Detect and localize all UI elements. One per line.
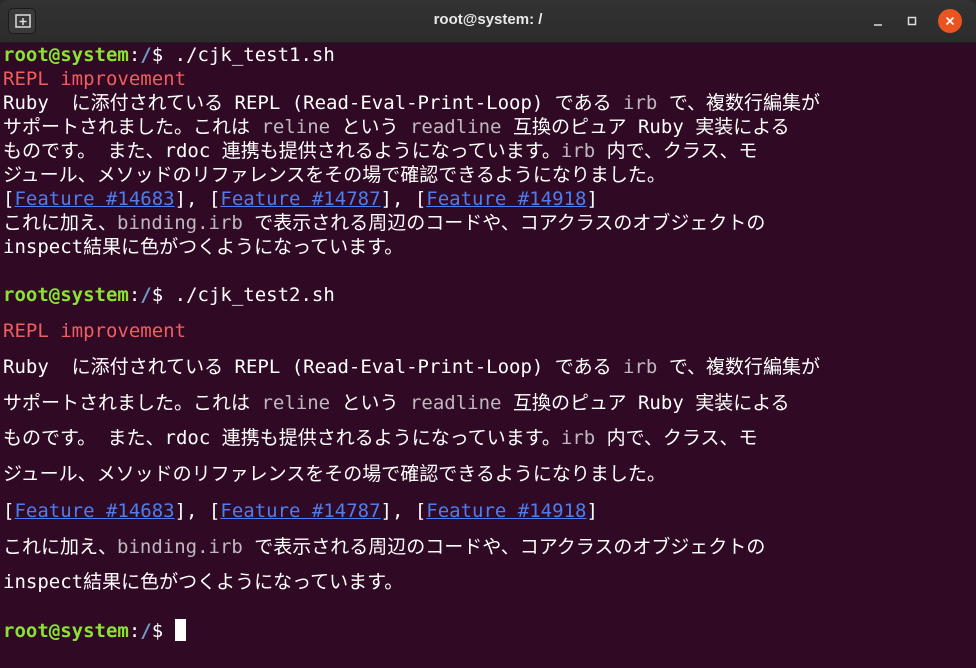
output-line: ジュール、メソッドのリファレンスをその場で確認できるようになりました。 (3, 164, 666, 186)
output-text: 内で、クラス、モ (595, 427, 758, 449)
code-term: binding.irb (117, 536, 243, 558)
text-cursor (174, 619, 186, 641)
window-title: root@system: / (433, 11, 543, 28)
output-line: ものです。 また、rdoc 連携も提供されるようになっています。irb 内で、ク… (3, 426, 758, 450)
prompt-colon: : (128, 44, 141, 66)
prompt-symbol: $ (151, 620, 175, 642)
output-line: Ruby に添付されている REPL (Read-Eval-Print-Loop… (3, 355, 820, 379)
maximize-icon (907, 16, 917, 26)
output-line: inspect結果に色がつくようになっています。 (3, 571, 404, 593)
prompt-colon: : (128, 620, 141, 642)
prompt-line: root@system:/$ (3, 619, 186, 643)
code-term: readline (409, 392, 502, 414)
output-line: Ruby に添付されている REPL (Read-Eval-Print-Loop… (3, 91, 820, 115)
output-heading: REPL improvement (3, 320, 187, 342)
code-term: irb (623, 356, 658, 378)
feature-link[interactable]: Feature #14918 (426, 188, 586, 210)
output-line: これに加え、binding.irb で表示される周辺のコードや、コアクラスのオブ… (3, 535, 765, 559)
feature-link[interactable]: Feature #14787 (220, 500, 380, 522)
code-term: irb (560, 427, 596, 449)
code-term: reline (261, 116, 331, 138)
output-text: 内で、クラス、モ (595, 140, 758, 162)
output-text: 互換のピュア Ruby 実装による (501, 392, 790, 414)
feature-link[interactable]: Feature #14683 (14, 500, 174, 522)
close-button[interactable] (938, 9, 962, 33)
scrollbar[interactable] (970, 43, 976, 668)
output-line: サポートされました。これは reline という readline 互換のピュア… (3, 115, 790, 139)
minimize-icon (874, 24, 882, 26)
output-line: これに加え、binding.irb で表示される周辺のコードや、コアクラスのオブ… (3, 211, 765, 235)
output-text: 互換のピュア Ruby 実装による (501, 116, 790, 138)
output-text: で、複数行編集が (657, 356, 821, 378)
code-term: irb (560, 140, 596, 162)
separator: ], [ (174, 188, 221, 210)
prompt-user: root@system (3, 620, 129, 642)
output-text: これに加え、 (3, 536, 118, 558)
output-text: という (330, 116, 410, 138)
code-term: binding.irb (117, 212, 243, 234)
prompt-colon: : (128, 284, 141, 306)
separator: ], [ (380, 500, 427, 522)
title-bar[interactable]: root@system: / (0, 0, 976, 43)
output-text: で表示される周辺のコードや、コアクラスのオブジェクトの (242, 212, 766, 234)
output-text: で表示される周辺のコードや、コアクラスのオブジェクトの (242, 536, 766, 558)
code-term: reline (261, 392, 331, 414)
feature-links-line: [Feature #14683], [Feature #14787], [Fea… (3, 187, 598, 211)
prompt-symbol: $ (151, 284, 175, 306)
code-term: irb (623, 92, 658, 114)
code-term: readline (409, 116, 502, 138)
prompt-user: root@system (3, 44, 129, 66)
prompt-path: / (140, 620, 152, 642)
bracket: [ (3, 188, 15, 210)
output-text: これに加え、 (3, 212, 118, 234)
output-text: ものです。 また、rdoc 連携も提供されるようになっています。 (3, 140, 561, 162)
feature-link[interactable]: Feature #14787 (220, 188, 380, 210)
prompt-line: root@system:/$ ./cjk_test1.sh (3, 43, 335, 67)
prompt-line: root@system:/$ ./cjk_test2.sh (3, 283, 335, 307)
close-icon (945, 16, 955, 26)
output-line: ジュール、メソッドのリファレンスをその場で確認できるようになりました。 (3, 463, 666, 485)
output-text: ものです。 また、rdoc 連携も提供されるようになっています。 (3, 427, 561, 449)
output-text: で、複数行編集が (657, 92, 821, 114)
separator: ], [ (380, 188, 427, 210)
command-text: ./cjk_test2.sh (174, 284, 335, 306)
prompt-user: root@system (3, 284, 129, 306)
bracket: [ (3, 500, 15, 522)
feature-link[interactable]: Feature #14918 (426, 500, 586, 522)
output-text: Ruby に添付されている REPL (Read-Eval-Print-Loop… (3, 356, 624, 378)
output-text: Ruby に添付されている REPL (Read-Eval-Print-Loop… (3, 92, 624, 114)
minimize-button[interactable] (866, 9, 890, 33)
output-line: inspect結果に色がつくようになっています。 (3, 236, 404, 258)
prompt-path: / (140, 44, 152, 66)
prompt-symbol: $ (151, 44, 175, 66)
terminal-window: root@system: / root@system:/$ ./cjk_test… (0, 0, 976, 668)
output-text: サポートされました。これは (3, 116, 262, 138)
maximize-button[interactable] (900, 9, 924, 33)
feature-link[interactable]: Feature #14683 (14, 188, 174, 210)
feature-links-line: [Feature #14683], [Feature #14787], [Fea… (3, 499, 598, 523)
output-text: サポートされました。これは (3, 392, 262, 414)
output-heading: REPL improvement (3, 68, 187, 90)
output-text: という (330, 392, 410, 414)
prompt-path: / (140, 284, 152, 306)
bracket: ] (586, 188, 598, 210)
output-line: サポートされました。これは reline という readline 互換のピュア… (3, 391, 790, 415)
output-line: ものです。 また、rdoc 連携も提供されるようになっています。irb 内で、ク… (3, 139, 758, 163)
command-text: ./cjk_test1.sh (174, 44, 335, 66)
bracket: ] (586, 500, 598, 522)
separator: ], [ (174, 500, 221, 522)
terminal-output[interactable]: root@system:/$ ./cjk_test1.sh REPL impro… (0, 43, 976, 668)
